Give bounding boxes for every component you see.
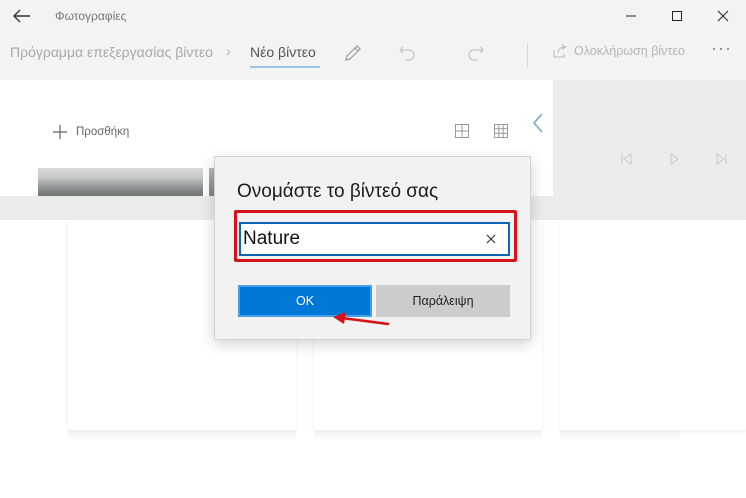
title-bar: Φωτογραφίες xyxy=(0,0,746,32)
maximize-icon xyxy=(672,11,682,21)
back-button[interactable] xyxy=(10,6,34,26)
play-button[interactable] xyxy=(667,152,681,166)
more-options-button[interactable]: ··· xyxy=(711,38,732,59)
play-icon xyxy=(670,153,679,165)
next-frame-icon xyxy=(716,153,727,165)
media-thumbnail[interactable] xyxy=(38,168,203,196)
toolbar-divider xyxy=(527,43,528,67)
finish-video-label: Ολοκλήρωση βίντεο xyxy=(574,44,685,58)
breadcrumb-separator: › xyxy=(226,43,231,59)
video-name-input[interactable] xyxy=(241,228,471,250)
previous-frame-button[interactable] xyxy=(619,152,633,166)
card-shadow xyxy=(314,430,542,440)
skip-button[interactable]: Παράλειψη xyxy=(376,285,510,317)
previous-frame-icon xyxy=(621,153,632,165)
toolbar: Πρόγραμμα επεξεργασίας βίντεο › Νέο βίντ… xyxy=(0,32,746,80)
dialog-title: Ονομάστε το βίντεό σας xyxy=(237,181,439,202)
finish-video-button[interactable]: Ολοκλήρωση βίντεο xyxy=(552,44,685,58)
card-shadow xyxy=(560,430,680,440)
small-thumbnails-button[interactable] xyxy=(493,123,509,139)
breadcrumb-underline xyxy=(250,66,320,68)
minimize-icon xyxy=(626,15,636,17)
grid-large-icon xyxy=(455,124,469,138)
close-window-button[interactable] xyxy=(700,0,746,32)
breadcrumb-current-project[interactable]: Νέο βίντεο xyxy=(250,44,316,60)
rename-button[interactable] xyxy=(342,42,364,64)
arrow-left-icon xyxy=(13,9,30,23)
maximize-button[interactable] xyxy=(654,0,700,32)
plus-icon xyxy=(53,125,67,139)
storyboard-card[interactable] xyxy=(560,220,746,430)
add-media-button[interactable]: Προσθήκη xyxy=(52,124,129,140)
minimize-button[interactable] xyxy=(608,0,654,32)
video-name-field[interactable] xyxy=(239,222,510,256)
close-icon xyxy=(717,10,729,22)
breadcrumb-video-editor[interactable]: Πρόγραμμα επεξεργασίας βίντεο xyxy=(10,44,213,60)
collapse-library-button[interactable] xyxy=(531,112,545,134)
undo-button[interactable] xyxy=(396,42,418,64)
large-thumbnails-button[interactable] xyxy=(454,123,470,139)
chevron-left-icon xyxy=(532,113,543,133)
share-icon xyxy=(553,44,567,58)
redo-button[interactable] xyxy=(465,42,487,64)
pencil-icon xyxy=(345,45,361,61)
undo-icon xyxy=(399,46,415,61)
annotation-arrow-icon xyxy=(333,312,390,326)
app-title: Φωτογραφίες xyxy=(55,9,127,23)
next-frame-button[interactable] xyxy=(715,152,729,166)
clear-input-icon[interactable] xyxy=(484,232,498,246)
redo-icon xyxy=(468,46,484,61)
card-shadow xyxy=(68,430,296,440)
add-media-label: Προσθήκη xyxy=(76,126,130,138)
grid-small-icon xyxy=(494,124,508,138)
